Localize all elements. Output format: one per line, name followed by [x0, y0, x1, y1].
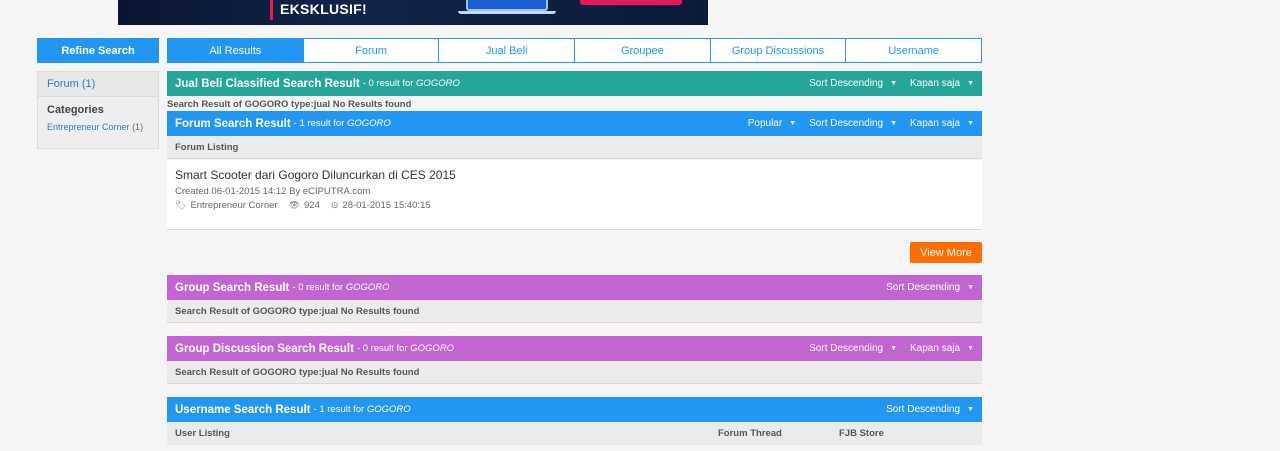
tab-username[interactable]: Username — [846, 39, 981, 62]
query-text: GOGORO — [345, 282, 390, 293]
jualbeli-no-results: Search Result of GOGORO type:jual No Res… — [167, 99, 412, 110]
thread-title-link[interactable]: Smart Scooter dari Gogoro Diluncurkan di… — [175, 168, 974, 182]
group-section-header: Group Search Result - 0 result for GOGOR… — [167, 275, 982, 300]
group-discussion-sort-dropdown[interactable]: Sort Descending ▼ — [809, 343, 897, 354]
group-no-results: Search Result of GOGORO type:jual No Res… — [167, 300, 982, 323]
category-count: (1) — [132, 122, 144, 132]
clock-icon: ⊙ — [330, 200, 339, 210]
banner-accent — [270, 0, 273, 20]
forum-popular-dropdown[interactable]: Popular ▼ — [748, 118, 796, 129]
laptop-icon — [466, 0, 548, 11]
query-text: GOGORO — [366, 404, 411, 415]
result-tabs: All Results Forum Jual Beli Groupee Grou… — [167, 38, 982, 63]
category-item-entrepreneur-corner[interactable]: Entrepreneur Corner (1) — [38, 116, 158, 132]
jualbeli-time-dropdown[interactable]: Kapan saja ▼ — [910, 78, 974, 89]
tab-forum[interactable]: Forum — [304, 39, 440, 62]
forum-title: Forum Search Result — [175, 117, 291, 130]
group-discussion-count: - 0 result for GOGORO — [356, 343, 455, 354]
chevron-down-icon: ▼ — [967, 284, 974, 291]
tag-icon: 🏷 — [175, 200, 187, 210]
chevron-down-icon: ▼ — [789, 120, 797, 127]
refine-search-button[interactable]: Refine Search — [37, 38, 159, 63]
thread-stats: 🏷 Entrepreneur Corner 👁 924 ⊙ 28-01-2015 15… — [175, 200, 974, 211]
user-listing-header: User Listing Forum Thread FJB Store — [167, 422, 982, 445]
tab-all-results[interactable]: All Results — [168, 39, 304, 62]
column-forum-thread: Forum Thread — [718, 428, 782, 439]
chevron-down-icon: ▼ — [890, 345, 898, 352]
category-label: Entrepreneur Corner — [47, 122, 130, 132]
query-text: GOGORO — [347, 118, 391, 129]
chevron-down-icon: ▼ — [967, 345, 974, 352]
forum-thread-item: Smart Scooter dari Gogoro Diluncurkan di… — [167, 160, 982, 230]
chevron-down-icon: ▼ — [890, 120, 898, 127]
column-user-listing: User Listing — [175, 428, 230, 439]
group-discussion-title: Group Discussion Search Result — [175, 342, 354, 355]
group-count: - 0 result for GOGORO — [292, 282, 390, 293]
group-sort-dropdown[interactable]: Sort Descending ▼ — [886, 282, 974, 293]
thread-views: 924 — [304, 200, 320, 211]
username-section-header: Username Search Result - 1 result for GO… — [167, 397, 982, 422]
forum-sort-dropdown[interactable]: Sort Descending ▼ — [809, 118, 897, 129]
thread-last-updated: 28-01-2015 15:40:15 — [342, 200, 431, 211]
refine-panel: Forum (1) Categories Entrepreneur Corner… — [37, 71, 159, 149]
group-discussion-time-dropdown[interactable]: Kapan saja ▼ — [910, 343, 974, 354]
forum-count: - 1 result for GOGORO — [293, 118, 391, 129]
jualbeli-title: Jual Beli Classified Search Result — [175, 77, 360, 90]
banner-text: EKSKLUSIF! — [280, 1, 367, 17]
username-sort-dropdown[interactable]: Sort Descending ▼ — [886, 404, 974, 415]
jualbeli-sort-dropdown[interactable]: Sort Descending ▼ — [809, 78, 897, 89]
jualbeli-section-header: Jual Beli Classified Search Result - 0 r… — [167, 71, 982, 96]
chevron-down-icon: ▼ — [967, 80, 974, 87]
banner-cta-button[interactable] — [580, 0, 682, 5]
group-discussion-no-results: Search Result of GOGORO type:jual No Res… — [167, 361, 982, 384]
tab-groupee[interactable]: Groupee — [575, 39, 711, 62]
query-text: GOGORO — [416, 78, 460, 89]
view-more-button[interactable]: View More — [910, 242, 982, 263]
categories-title: Categories — [47, 104, 104, 116]
thread-category-link[interactable]: Entrepreneur Corner — [190, 200, 277, 211]
group-title: Group Search Result — [175, 281, 290, 294]
jualbeli-count: - 0 result for GOGORO — [362, 78, 460, 89]
forum-filter[interactable]: Forum (1) — [38, 72, 158, 97]
query-text: GOGORO — [410, 343, 455, 354]
chevron-down-icon: ▼ — [890, 80, 898, 87]
group-discussion-section-header: Group Discussion Search Result - 0 resul… — [167, 336, 982, 361]
tab-jual-beli[interactable]: Jual Beli — [439, 39, 576, 62]
thread-meta: Created 06-01-2015 14:12 By eCIPUTRA.com — [175, 186, 371, 197]
eye-icon: 👁 — [288, 200, 301, 210]
tab-group-discussions[interactable]: Group Discussions — [711, 39, 847, 62]
laptop-base-icon — [458, 11, 556, 14]
username-count: - 1 result for GOGORO — [313, 404, 411, 415]
column-fjb-store: FJB Store — [839, 428, 884, 439]
forum-section-header: Forum Search Result - 1 result for GOGOR… — [167, 111, 982, 136]
chevron-down-icon: ▼ — [967, 406, 974, 413]
forum-listing-header: Forum Listing — [167, 136, 982, 159]
chevron-down-icon: ▼ — [967, 120, 974, 127]
username-title: Username Search Result — [175, 403, 311, 416]
forum-time-dropdown[interactable]: Kapan saja ▼ — [910, 118, 974, 129]
promo-banner[interactable]: EKSKLUSIF! — [118, 0, 708, 25]
